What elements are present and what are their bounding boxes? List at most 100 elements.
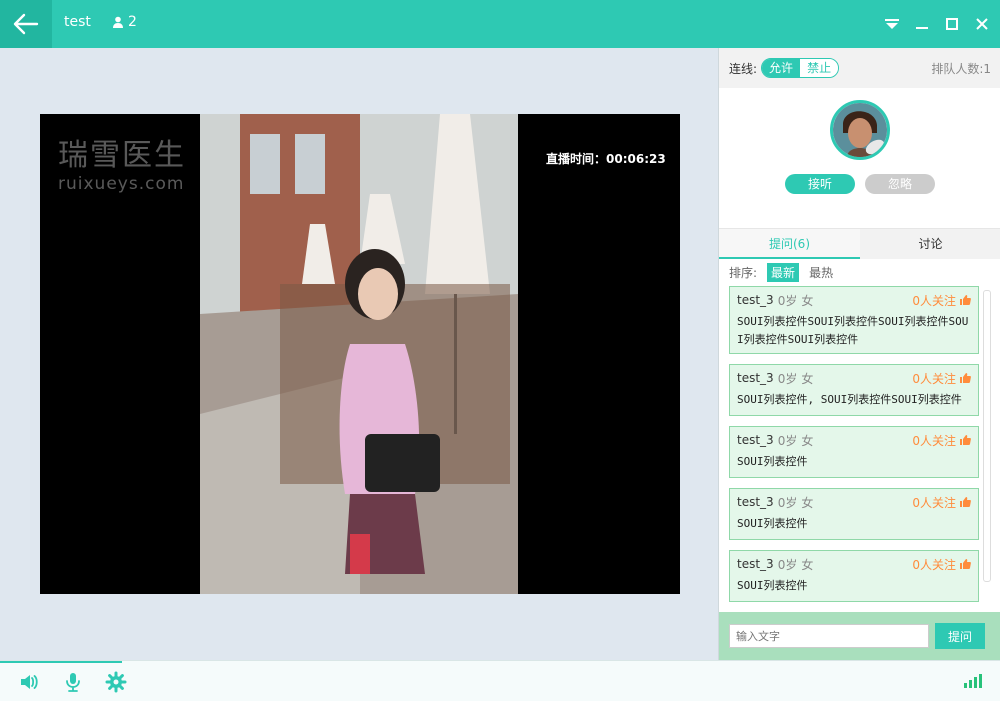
question-age: 0岁 [777, 293, 798, 308]
speaker-button[interactable] [18, 671, 40, 693]
watermark-url: ruixueys.com [58, 174, 185, 194]
question-age: 0岁 [777, 495, 798, 510]
question-gender: 女 [801, 293, 814, 308]
ask-bar: 提问 [719, 612, 1000, 660]
question-age: 0岁 [777, 557, 798, 572]
question-card[interactable]: test_3 0岁 女 0人关注 SOUI列表控件SOUI列表控件SOUI列表控… [729, 286, 979, 354]
follow-button[interactable]: 0人关注 [912, 432, 971, 449]
allow-button[interactable]: 允许 [762, 59, 801, 77]
thumbs-up-icon [960, 295, 971, 305]
question-card[interactable]: test_3 0岁 女 0人关注 SOUI列表控件 [729, 488, 979, 540]
question-age: 0岁 [777, 371, 798, 386]
avatar [830, 100, 890, 160]
accept-button[interactable]: 接听 [785, 174, 855, 194]
video-frame-image [200, 114, 518, 594]
menu-dropdown-button[interactable] [882, 14, 902, 34]
back-button[interactable] [0, 0, 52, 48]
caller-panel: 接听 忽略 [719, 88, 1000, 228]
viewer-count: 2 [112, 14, 137, 30]
question-text: SOUI列表控件 [737, 579, 808, 592]
question-card[interactable]: test_3 0岁 女 0人关注 SOUI列表控件 [729, 550, 979, 602]
follow-button[interactable]: 0人关注 [912, 292, 971, 309]
avatar-image [833, 103, 887, 157]
question-header: test_3 0岁 女 0人关注 [737, 555, 971, 573]
question-gender: 女 [801, 557, 814, 572]
question-age: 0岁 [777, 433, 798, 448]
thumbs-up-icon [960, 373, 971, 383]
maximize-button[interactable] [942, 14, 962, 34]
tab-discussion[interactable]: 讨论 [860, 229, 1000, 259]
settings-button[interactable] [105, 671, 127, 693]
question-user: test_3 [737, 433, 774, 447]
sort-bar: 排序: 最新 最热 [719, 259, 1000, 285]
ask-button[interactable]: 提问 [935, 623, 985, 649]
question-list: test_3 0岁 女 0人关注 SOUI列表控件SOUI列表控件SOUI列表控… [729, 286, 981, 608]
question-list-scrollbar[interactable] [983, 290, 991, 582]
close-button[interactable] [972, 14, 992, 34]
question-text: SOUI列表控件, SOUI列表控件SOUI列表控件 [737, 393, 962, 406]
user-icon [113, 16, 123, 28]
follow-count: 0人关注 [912, 495, 956, 510]
follow-count: 0人关注 [912, 293, 956, 308]
bottom-accent-line [0, 661, 122, 663]
ask-input[interactable] [729, 624, 929, 648]
follow-button[interactable]: 0人关注 [912, 494, 971, 511]
ignore-button[interactable]: 忽略 [865, 174, 935, 194]
question-header: test_3 0岁 女 0人关注 [737, 291, 971, 309]
sort-label: 排序: [729, 265, 758, 280]
gear-icon [105, 671, 127, 693]
thumbs-up-icon [960, 497, 971, 507]
follow-button[interactable]: 0人关注 [912, 556, 971, 573]
signal-bar [964, 683, 967, 688]
back-arrow-icon [13, 13, 39, 35]
microphone-icon [66, 673, 80, 692]
follow-count: 0人关注 [912, 371, 956, 386]
question-text: SOUI列表控件SOUI列表控件SOUI列表控件SOUI列表控件SOUI列表控件 [737, 315, 969, 346]
title-bar: test 2 [0, 0, 1000, 48]
deny-button[interactable]: 禁止 [800, 59, 839, 77]
signal-bar [974, 677, 977, 688]
question-user: test_3 [737, 293, 774, 307]
video-area: 瑞雪医生 ruixueys.com 直播时间：00:06:23 [0, 48, 718, 660]
tab-bar: 提问(6) 讨论 [719, 228, 1000, 259]
minimize-button[interactable] [912, 14, 932, 34]
speaker-icon [21, 675, 38, 689]
connect-bar: 连线: 允许 禁止 排队人数:1 [719, 48, 1000, 88]
dropdown-menu-icon [885, 19, 899, 29]
question-user: test_3 [737, 557, 774, 571]
question-header: test_3 0岁 女 0人关注 [737, 369, 971, 387]
maximize-icon [946, 18, 958, 30]
question-text: SOUI列表控件 [737, 455, 808, 468]
tab-questions[interactable]: 提问(6) [719, 229, 860, 259]
sort-newest-button[interactable]: 最新 [767, 262, 800, 282]
question-text: SOUI列表控件 [737, 517, 808, 530]
question-gender: 女 [801, 371, 814, 386]
question-card[interactable]: test_3 0岁 女 0人关注 SOUI列表控件 [729, 426, 979, 478]
sort-hottest-button[interactable]: 最热 [809, 264, 833, 281]
watermark: 瑞雪医生 ruixueys.com [58, 130, 186, 194]
signal-strength-icon [964, 674, 982, 688]
connect-label: 连线: [729, 61, 758, 76]
question-card[interactable]: test_3 0岁 女 0人关注 SOUI列表控件, SOUI列表控件SOUI列… [729, 364, 979, 416]
connect-toggle: 允许 禁止 [761, 58, 840, 78]
window-title: test [64, 14, 91, 30]
microphone-button[interactable] [62, 671, 84, 693]
sidebar: 连线: 允许 禁止 排队人数:1 接听 忽略 提问(6) 讨论 排序: 最新 最… [718, 48, 1000, 660]
question-user: test_3 [737, 371, 774, 385]
street-scene-illustration [200, 114, 518, 594]
follow-button[interactable]: 0人关注 [912, 370, 971, 387]
follow-count: 0人关注 [912, 557, 956, 572]
question-gender: 女 [801, 433, 814, 448]
viewer-count-value: 2 [128, 14, 137, 30]
live-time: 直播时间：00:06:23 [546, 152, 666, 166]
question-header: test_3 0岁 女 0人关注 [737, 431, 971, 449]
question-header: test_3 0岁 女 0人关注 [737, 493, 971, 511]
video-player[interactable]: 瑞雪医生 ruixueys.com 直播时间：00:06:23 [40, 114, 680, 594]
close-icon [976, 18, 988, 30]
signal-bar [979, 674, 982, 688]
watermark-title: 瑞雪医生 [58, 138, 186, 173]
thumbs-up-icon [960, 559, 971, 569]
window-controls [882, 14, 992, 34]
minimize-icon [916, 27, 928, 29]
signal-bar [969, 680, 972, 688]
